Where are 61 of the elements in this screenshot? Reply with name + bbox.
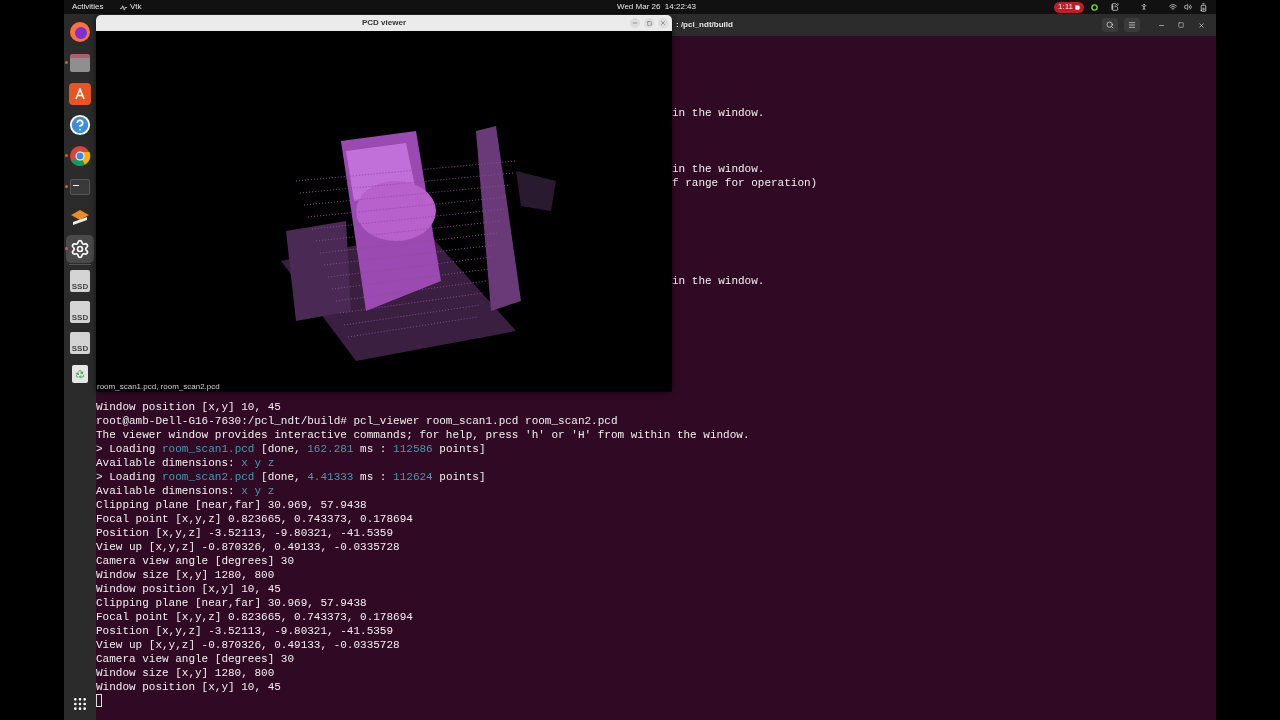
terminal-line: in the window.: [672, 106, 765, 120]
terminal-line: Window position [x,y] 10, 45: [96, 400, 281, 414]
app-menu[interactable]: Vtk: [120, 1, 142, 13]
search-icon: [1106, 21, 1114, 29]
recording-time: 1:11: [1058, 1, 1073, 13]
store-icon: [69, 82, 91, 105]
search-button[interactable]: [1102, 18, 1118, 32]
clock[interactable]: Wed Mar 26 14:22:43: [617, 1, 696, 13]
terminal-line: in the window.: [672, 274, 765, 288]
stop-icon: [1075, 4, 1080, 10]
terminal-line: Window position [x,y] 10, 45: [96, 582, 281, 596]
terminal-line: > Loading room_scan1.pcd [done, 162.281 ms : 112586 points]: [96, 442, 486, 456]
terminal-line: Position [x,y,z] -3.52113, -9.80321, -41.5359: [96, 526, 394, 540]
terminal-line: View up [x,y,z] -0.870326, 0.49133, -0.0335728: [96, 638, 400, 652]
wifi-icon[interactable]: [1169, 3, 1177, 11]
cursor: [96, 694, 102, 707]
terminal-line: Camera view angle [degrees] 30: [96, 554, 295, 568]
terminal-line: The viewer window provides interactive commands; for help, press 'h' or 'H' from within the window.: [96, 428, 750, 442]
terminal-icon: [70, 178, 90, 195]
window-title: : /pcl_ndt/build: [676, 19, 733, 31]
activities-button[interactable]: Activities: [72, 1, 106, 13]
terminal-line: View up [x,y,z] -0.870326, 0.49133, -0.0335728: [96, 540, 400, 554]
folder-icon: [70, 53, 90, 72]
terminal-line: Focal point [x,y,z] 0.823665, 0.743373, 0.178694: [96, 610, 413, 624]
accessibility-icon[interactable]: [1140, 3, 1148, 11]
maximize-icon: [1178, 22, 1184, 28]
minimize-icon: [632, 20, 638, 26]
close-icon: [1197, 21, 1205, 29]
recording-indicator[interactable]: 1:11: [1054, 1, 1084, 13]
menu-icon: [1128, 21, 1136, 29]
terminal-line: Window position [x,y] 10, 45: [96, 680, 281, 694]
menu-button[interactable]: [1124, 18, 1140, 32]
terminal-line: Window size [x,y] 1280, 800: [96, 666, 275, 680]
terminal-line: Available dimensions: x y z: [96, 484, 275, 498]
close-icon: [660, 20, 666, 26]
terminal-line: Clipping plane [near,far] 30.969, 57.9438: [96, 498, 367, 512]
status-ring-icon: [1091, 3, 1098, 11]
app-grid-icon[interactable]: [72, 696, 88, 712]
maximize-icon: [646, 20, 652, 26]
terminal-line: Position [x,y,z] -3.52113, -9.80321, -41.5359: [96, 624, 394, 638]
browser-icon: [69, 20, 91, 43]
trash-icon: [72, 364, 88, 383]
viewer-caption: room_scan1.pcd, room_scan2.pcd: [97, 382, 220, 391]
settings-icon: [70, 238, 90, 259]
terminal-line: f range for operation): [672, 176, 818, 190]
terminal-line: root@amb-Dell-G16-7630:/pcl_ndt/build# pcl_viewer room_scan1.pcd room_scan2.pcd: [96, 414, 618, 428]
terminal-line: in the window.: [672, 162, 765, 176]
terminal-line: Camera view angle [degrees] 30: [96, 652, 295, 666]
terminal-line: Clipping plane [near,far] 30.969, 57.9438: [96, 596, 367, 610]
battery-icon[interactable]: [1199, 2, 1208, 12]
volume-icon[interactable]: [1184, 3, 1192, 11]
help-icon: [69, 113, 91, 136]
note-icon[interactable]: [1111, 3, 1119, 11]
terminal-line: Focal point [x,y,z] 0.823665, 0.743373, 0.178694: [96, 512, 413, 526]
browser-icon: [69, 144, 91, 167]
pulse-icon: [120, 3, 127, 11]
terminal-line: > Loading room_scan2.pcd [done, 4.41333 ms : 112624 points]: [96, 470, 486, 484]
terminal-line: Available dimensions: x y z: [96, 456, 275, 470]
terminal-line: Window size [x,y] 1280, 800: [96, 568, 275, 582]
window-title: PCD viewer: [362, 17, 406, 29]
dock-item[interactable]: [66, 234, 94, 263]
